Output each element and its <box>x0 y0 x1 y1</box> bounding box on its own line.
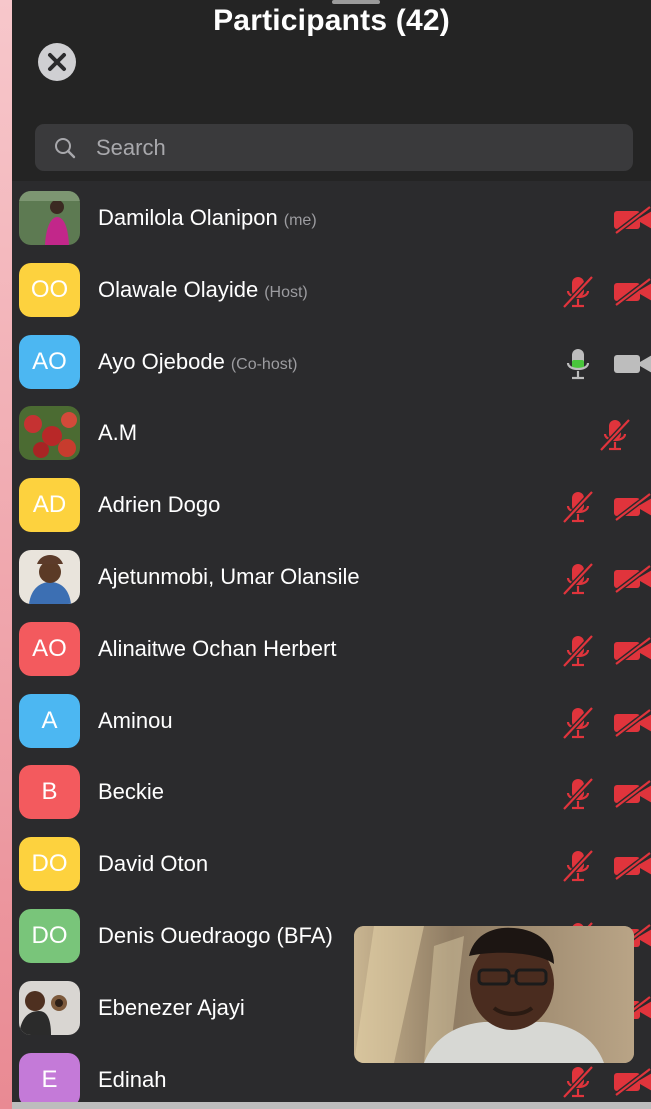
avatar: AD <box>19 478 80 533</box>
window-frame <box>0 0 12 1109</box>
avatar-initials: OO <box>30 275 69 303</box>
camera-off-icon <box>612 707 651 738</box>
search-icon <box>55 138 76 159</box>
participant-name-wrap: Olawale Olayide (Host) <box>98 277 308 303</box>
participant-name-wrap: Adrien Dogo <box>98 492 220 518</box>
avatar-initials: DO <box>31 850 68 878</box>
mic-muted-icon <box>561 777 595 812</box>
avatar-initials: DO <box>31 921 68 949</box>
camera-on-icon <box>612 350 651 378</box>
participant-name: Beckie <box>98 779 165 805</box>
participant-name-wrap: Ajetunmobi, Umar Olansile <box>98 564 360 590</box>
participant-role-tag: (Host) <box>264 283 308 301</box>
participant-name: A.M <box>98 420 138 446</box>
mic-muted-icon <box>561 849 595 883</box>
close-button[interactable] <box>38 43 76 81</box>
avatar <box>19 549 80 604</box>
participant-row[interactable]: DO David Oton <box>12 828 651 900</box>
participant-row[interactable]: AO Alinaitwe Ochan Herbert <box>12 613 651 685</box>
participant-name-wrap: David Oton <box>98 851 208 877</box>
search-placeholder: Search <box>96 135 166 160</box>
camera-off-icon <box>612 563 651 594</box>
mic-muted-icon <box>561 1064 595 1099</box>
participant-row[interactable]: A Aminou <box>12 685 651 757</box>
avatar: DO <box>19 908 80 963</box>
participant-name-wrap: Aminou <box>98 708 173 734</box>
participant-row[interactable]: A.M <box>12 397 651 469</box>
participant-name-wrap: Ebenezer Ajayi <box>98 995 245 1021</box>
avatar-initials: AO <box>32 347 67 375</box>
participant-role-tag: (me) <box>283 212 317 229</box>
avatar-initials: AO <box>32 634 67 662</box>
mic-muted-icon <box>598 418 632 453</box>
participant-name-wrap: A.M <box>98 420 137 446</box>
avatar: DO <box>19 837 80 892</box>
camera-off-icon <box>612 1066 651 1097</box>
participant-name: Edinah <box>98 1066 167 1092</box>
close-icon <box>48 53 66 71</box>
participant-row[interactable]: AO Ayo Ojebode (Co-host) <box>12 326 651 398</box>
participant-name-wrap: Alinaitwe Ochan Herbert <box>98 636 336 662</box>
mic-muted-icon <box>561 705 595 740</box>
participant-name: Denis Ouedraogo (BFA) <box>98 922 333 948</box>
avatar-initials: E <box>41 1065 58 1093</box>
participant-name: Ebenezer Ajayi <box>98 994 245 1020</box>
participant-row[interactable]: Damilola Olanipon (me) <box>12 182 651 254</box>
participant-name: David Oton <box>98 851 209 877</box>
panel-header: Participants (42) <box>12 0 651 117</box>
participant-name-wrap: Edinah <box>98 1067 167 1093</box>
mic-muted-icon <box>561 275 595 309</box>
avatar-initials: A <box>41 706 58 734</box>
camera-off-icon <box>612 851 651 882</box>
participant-name-wrap: Damilola Olanipon (me) <box>98 205 317 231</box>
self-video-thumbnail[interactable] <box>354 926 634 1063</box>
mic-muted-icon <box>561 490 595 524</box>
camera-off-icon <box>612 276 651 307</box>
mic-muted-icon <box>561 562 595 596</box>
search-input[interactable]: Search <box>35 124 633 171</box>
avatar <box>19 191 80 245</box>
participant-row[interactable]: AD Adrien Dogo <box>12 469 651 541</box>
avatar: AO <box>19 621 80 676</box>
self-video-image <box>354 926 634 1063</box>
participant-name-wrap: Beckie <box>98 779 164 805</box>
avatar-initials: AD <box>32 491 67 519</box>
bottom-bar <box>12 1102 651 1109</box>
avatar-initials: B <box>41 778 58 806</box>
participant-name: Aminou <box>98 707 173 733</box>
camera-off-icon <box>612 779 651 810</box>
participant-name-wrap: Ayo Ojebode (Co-host) <box>98 349 298 375</box>
avatar <box>19 406 80 461</box>
participant-row[interactable]: B Beckie <box>12 756 651 828</box>
mic-muted-icon <box>561 634 595 668</box>
search-bar: Search <box>12 117 651 181</box>
participant-name: Damilola Olanipon <box>98 205 278 230</box>
participant-row[interactable]: Ajetunmobi, Umar Olansile <box>12 541 651 613</box>
participant-name-wrap: Denis Ouedraogo (BFA) <box>98 923 333 949</box>
avatar: B <box>19 765 80 820</box>
participant-name: Adrien Dogo <box>98 492 221 518</box>
participant-row[interactable]: OO Olawale Olayide (Host) <box>12 254 651 326</box>
camera-off-icon <box>612 205 651 235</box>
participant-name: Ayo Ojebode <box>98 348 225 374</box>
avatar: AO <box>19 334 80 389</box>
participant-role-tag: (Co-host) <box>230 355 298 373</box>
avatar: A <box>19 693 80 748</box>
avatar: E <box>19 1052 80 1102</box>
mic-on-icon <box>561 347 595 381</box>
participant-name: Ajetunmobi, Umar Olansile <box>98 563 360 589</box>
avatar <box>19 980 80 1035</box>
page-title: Participants (42) <box>213 4 450 37</box>
participant-name: Olawale Olayide <box>98 276 259 302</box>
camera-off-icon <box>612 635 651 666</box>
participant-name: Alinaitwe Ochan Herbert <box>98 635 337 661</box>
camera-off-icon <box>612 492 651 523</box>
avatar: OO <box>19 262 80 317</box>
